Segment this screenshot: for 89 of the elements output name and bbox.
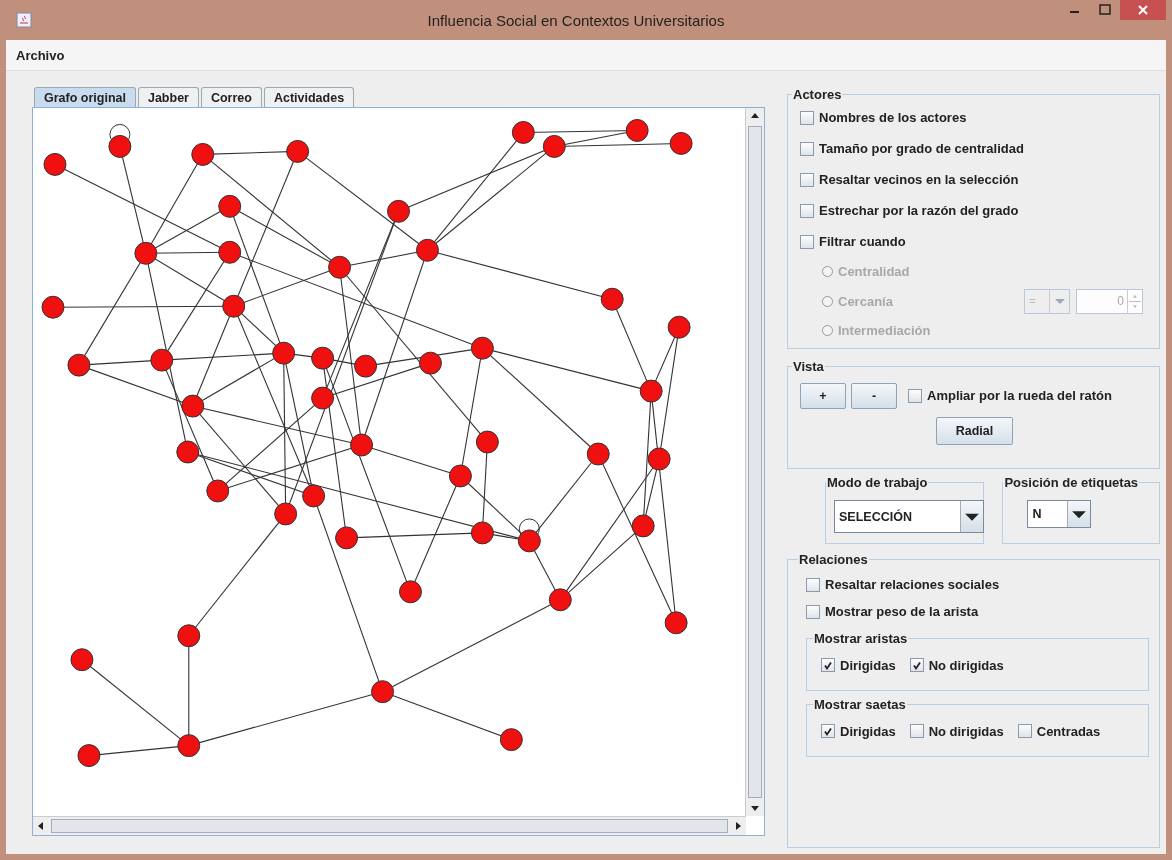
check-icon <box>822 725 834 737</box>
graph-node[interactable] <box>218 240 242 264</box>
graph-node[interactable] <box>176 440 200 464</box>
checkbox[interactable]: Resaltar vecinos en la selección <box>800 164 1149 195</box>
graph-node[interactable] <box>181 394 205 418</box>
spinner-arrows-icon <box>1127 289 1142 313</box>
menu-item[interactable]: Archivo <box>16 47 65 63</box>
panel-title: Actores <box>792 87 843 102</box>
checkbox[interactable]: No dirigidas <box>909 648 1004 682</box>
panel-title: Posición de etiquetas <box>1003 475 1140 490</box>
checkbox[interactable]: Centradas <box>1017 714 1101 748</box>
graph-node[interactable] <box>150 348 174 372</box>
graph-node[interactable] <box>548 588 572 612</box>
graph-node[interactable] <box>517 529 541 553</box>
panel-title: Modo de trabajo <box>826 475 929 490</box>
graph-node[interactable] <box>272 341 296 365</box>
graph-node[interactable] <box>475 430 499 454</box>
graph-node[interactable] <box>399 580 422 604</box>
graph-node[interactable] <box>191 142 215 166</box>
tab[interactable]: Jabber <box>137 87 199 107</box>
tab[interactable]: Grafo original <box>34 87 136 107</box>
graph-node[interactable] <box>43 152 67 176</box>
graph-node[interactable] <box>177 624 201 648</box>
checkbox[interactable]: Mostrar peso de la arista <box>806 598 1149 625</box>
graph-node[interactable] <box>371 680 394 704</box>
graph-node[interactable] <box>218 194 242 218</box>
graph-node[interactable] <box>350 433 374 457</box>
graph-node[interactable] <box>600 287 624 311</box>
mode-dropdown[interactable]: SELECCIÓN <box>834 500 984 533</box>
window-title: Influencia Social en Contextos Universitarios <box>426 11 726 29</box>
checkbox[interactable]: Dirigidas <box>821 648 896 682</box>
graph-node[interactable] <box>647 447 671 471</box>
graph-node[interactable] <box>639 379 663 403</box>
graph-node[interactable] <box>667 315 691 339</box>
zoom-in-button[interactable]: + <box>800 382 846 409</box>
graph-node[interactable] <box>470 521 494 545</box>
graph-node[interactable] <box>222 294 246 318</box>
panel-title: Relaciones <box>798 552 869 567</box>
label-position-dropdown[interactable]: N <box>1027 500 1092 528</box>
tab[interactable]: Correo <box>200 87 262 107</box>
checkbox[interactable]: Filtrar cuando <box>800 226 1149 257</box>
graph-node[interactable] <box>448 464 472 488</box>
graph-node[interactable] <box>177 734 201 758</box>
graph-node[interactable] <box>206 479 230 503</box>
graph-node[interactable] <box>664 611 688 635</box>
graph-node[interactable] <box>311 346 335 370</box>
graph-node[interactable] <box>335 526 359 550</box>
graph-node[interactable] <box>354 354 378 378</box>
checkbox[interactable]: Nombres de los actores <box>800 102 1149 133</box>
graph-node[interactable] <box>669 131 693 155</box>
graph-node[interactable] <box>302 484 326 508</box>
graph-node[interactable] <box>387 199 410 223</box>
graph-node[interactable] <box>499 728 523 752</box>
graph-node[interactable] <box>311 386 335 410</box>
java-app-icon <box>16 12 32 28</box>
graph-node[interactable] <box>542 134 566 158</box>
panel-title: Vista <box>792 359 825 374</box>
graph-node[interactable] <box>511 120 535 144</box>
check-icon <box>822 659 834 671</box>
checkbox[interactable]: Resaltar relaciones sociales <box>806 571 1149 598</box>
graph-node[interactable] <box>631 514 655 538</box>
checkbox[interactable]: Dirigidas <box>821 714 896 748</box>
checkbox[interactable]: No dirigidas <box>909 714 1004 748</box>
graph-node[interactable] <box>625 118 649 142</box>
horizontal-scrollbar[interactable] <box>33 816 746 835</box>
vertical-scrollbar[interactable] <box>745 108 764 816</box>
graph-node[interactable] <box>586 442 610 466</box>
graph-node[interactable] <box>70 648 94 672</box>
checkbox[interactable]: Ampliar por la rueda del ratón <box>908 380 1112 411</box>
graph-node[interactable] <box>134 241 158 265</box>
graph-node[interactable] <box>416 238 439 262</box>
group-title: Mostrar aristas <box>813 631 909 646</box>
tab[interactable]: Actividades <box>263 87 355 107</box>
graph-node[interactable] <box>328 255 352 279</box>
zoom-out-button[interactable]: - <box>851 382 897 409</box>
graph-node[interactable] <box>67 353 91 377</box>
checkbox[interactable]: Estrechar por la razón del grado <box>800 195 1149 226</box>
graph-node[interactable] <box>77 744 101 768</box>
graph-node[interactable] <box>470 336 494 360</box>
graph-node[interactable] <box>41 295 65 319</box>
graph-node[interactable] <box>274 502 298 526</box>
dropdown-arrow-icon <box>1054 298 1065 304</box>
radial-button[interactable]: Radial <box>936 417 1013 445</box>
graph-node[interactable] <box>286 139 310 163</box>
graph-node[interactable] <box>418 351 442 375</box>
checkbox[interactable]: Tamaño por grado de centralidad <box>800 133 1149 164</box>
close-icon[interactable] <box>1120 0 1166 20</box>
graph-node[interactable] <box>108 134 132 158</box>
group-title: Mostrar saetas <box>813 697 907 712</box>
